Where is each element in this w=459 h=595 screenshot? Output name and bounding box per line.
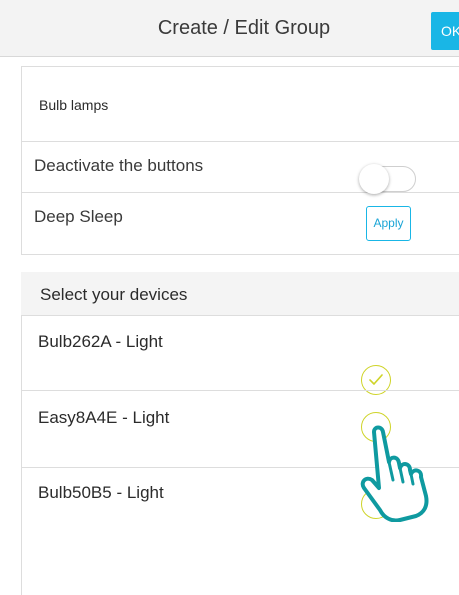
create-edit-group-screen: Create / Edit Group OK Deactivate the bu… <box>0 0 459 595</box>
device-label: Bulb50B5 - Light <box>38 483 164 502</box>
page-title: Create / Edit Group <box>157 17 331 39</box>
group-name-row <box>22 67 459 142</box>
device-row-easy8a4e[interactable]: Easy8A4E - Light <box>22 391 459 467</box>
devices-header: Select your devices <box>21 272 459 316</box>
device-row-bulb262a[interactable]: Bulb262A - Light <box>22 317 459 390</box>
deep-sleep-apply-button[interactable]: Apply <box>366 206 411 241</box>
empty-circle-icon[interactable] <box>361 412 391 442</box>
toggle-knob <box>359 164 389 194</box>
device-label: Easy8A4E - Light <box>38 408 170 427</box>
top-bar: Create / Edit Group OK <box>0 0 459 57</box>
deep-sleep-label: Deep Sleep <box>34 207 123 226</box>
device-label: Bulb262A - Light <box>38 332 163 351</box>
devices-header-label: Select your devices <box>40 285 188 304</box>
device-row-bulb50b5[interactable]: Bulb50B5 - Light <box>22 468 459 548</box>
checkmark-icon <box>369 374 383 385</box>
group-name-input[interactable] <box>39 97 419 113</box>
deactivate-buttons-label: Deactivate the buttons <box>34 156 204 175</box>
deactivate-buttons-toggle[interactable] <box>359 164 416 194</box>
ok-button[interactable]: OK <box>431 12 459 50</box>
empty-circle-icon[interactable] <box>361 489 391 519</box>
